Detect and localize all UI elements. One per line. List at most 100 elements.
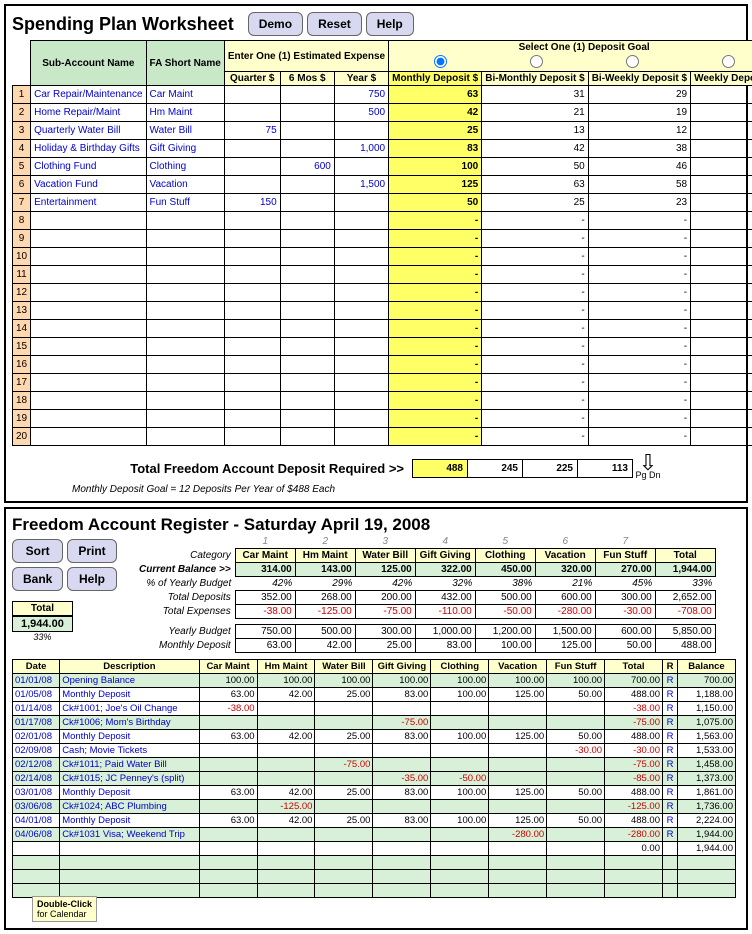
cell-amount[interactable]: [489, 758, 547, 772]
cell-amount[interactable]: [373, 702, 431, 716]
cell-short[interactable]: Water Bill: [146, 122, 224, 140]
cell-short[interactable]: [146, 428, 224, 446]
cell-amount[interactable]: 100.00: [431, 674, 489, 688]
cell-amount[interactable]: 83.00: [373, 730, 431, 744]
cell-short[interactable]: [146, 392, 224, 410]
cell-6mos[interactable]: [280, 194, 334, 212]
reset-button[interactable]: Reset: [307, 12, 362, 36]
cell-desc[interactable]: Monthly Deposit: [60, 786, 199, 800]
cell-amount[interactable]: [373, 800, 431, 814]
cell-quarter[interactable]: [224, 266, 280, 284]
cell-amount[interactable]: [315, 702, 373, 716]
cell-amount[interactable]: -30.00: [547, 744, 605, 758]
cell-amount[interactable]: [547, 772, 605, 786]
cell-6mos[interactable]: [280, 122, 334, 140]
cell-quarter[interactable]: [224, 320, 280, 338]
cell-amount[interactable]: [315, 828, 373, 842]
cell-date[interactable]: 04/01/08: [13, 814, 60, 828]
cell-amount[interactable]: -125.00: [257, 800, 315, 814]
cell-desc[interactable]: Monthly Deposit: [60, 688, 199, 702]
cell-amount[interactable]: [373, 744, 431, 758]
cell-amount[interactable]: [257, 716, 315, 730]
cell-6mos[interactable]: 600: [280, 158, 334, 176]
cell-6mos[interactable]: [280, 266, 334, 284]
cell-year[interactable]: [334, 338, 388, 356]
cell-date[interactable]: 02/09/08: [13, 744, 60, 758]
cell-amount[interactable]: 100.00: [547, 674, 605, 688]
cell-short[interactable]: [146, 212, 224, 230]
cell-6mos[interactable]: [280, 284, 334, 302]
cell-date[interactable]: 03/06/08: [13, 800, 60, 814]
cell-desc[interactable]: Ck#1011; Paid Water Bill: [60, 758, 199, 772]
cell-r[interactable]: R: [663, 772, 678, 786]
cell-amount[interactable]: -75.00: [315, 758, 373, 772]
cell-r[interactable]: R: [663, 744, 678, 758]
cell-short[interactable]: [146, 356, 224, 374]
cell-quarter[interactable]: 150: [224, 194, 280, 212]
cell-amount[interactable]: -38.00: [199, 702, 257, 716]
cell-amount[interactable]: [257, 744, 315, 758]
cell-amount[interactable]: 100.00: [489, 674, 547, 688]
cell-year[interactable]: [334, 410, 388, 428]
cell-year[interactable]: [334, 194, 388, 212]
cell-quarter[interactable]: [224, 104, 280, 122]
cell-short[interactable]: [146, 338, 224, 356]
cell-year[interactable]: [334, 320, 388, 338]
cell-amount[interactable]: [489, 716, 547, 730]
cell-year[interactable]: [334, 392, 388, 410]
cell-amount[interactable]: 100.00: [431, 814, 489, 828]
cell-short[interactable]: Car Maint: [146, 86, 224, 104]
cell-amount[interactable]: 100.00: [431, 688, 489, 702]
cell-amount[interactable]: 50.00: [547, 814, 605, 828]
cell-year[interactable]: [334, 302, 388, 320]
cell-quarter[interactable]: [224, 392, 280, 410]
cell-amount[interactable]: 25.00: [315, 786, 373, 800]
cell-6mos[interactable]: [280, 374, 334, 392]
cell-short[interactable]: [146, 230, 224, 248]
cell-6mos[interactable]: [280, 104, 334, 122]
cell-date[interactable]: 04/06/08: [13, 828, 60, 842]
cell-short[interactable]: Vacation: [146, 176, 224, 194]
cell-amount[interactable]: [489, 702, 547, 716]
cell-amount[interactable]: 63.00: [199, 814, 257, 828]
cell-amount[interactable]: [257, 828, 315, 842]
cell-amount[interactable]: [257, 758, 315, 772]
cell-name[interactable]: [31, 410, 146, 428]
cell-6mos[interactable]: [280, 410, 334, 428]
cell-amount[interactable]: [199, 772, 257, 786]
cell-quarter[interactable]: 75: [224, 122, 280, 140]
radio-bimonthly[interactable]: [530, 55, 543, 68]
cell-quarter[interactable]: [224, 338, 280, 356]
bank-button[interactable]: Bank: [12, 567, 63, 591]
cell-name[interactable]: [31, 428, 146, 446]
cell-amount[interactable]: [373, 828, 431, 842]
cell-amount[interactable]: 42.00: [257, 814, 315, 828]
cell-quarter[interactable]: [224, 158, 280, 176]
cell-amount[interactable]: [489, 772, 547, 786]
cell-6mos[interactable]: [280, 302, 334, 320]
cell-amount[interactable]: [489, 744, 547, 758]
cell-short[interactable]: [146, 320, 224, 338]
cell-year[interactable]: [334, 158, 388, 176]
cell-name[interactable]: [31, 302, 146, 320]
cell-desc[interactable]: Cash; Movie Tickets: [60, 744, 199, 758]
cell-r[interactable]: R: [663, 702, 678, 716]
cell-amount[interactable]: [257, 772, 315, 786]
cell-name[interactable]: [31, 338, 146, 356]
cell-quarter[interactable]: [224, 140, 280, 158]
cell-name[interactable]: Quarterly Water Bill: [31, 122, 146, 140]
cell-amount[interactable]: [315, 800, 373, 814]
cell-amount[interactable]: [199, 800, 257, 814]
cell-quarter[interactable]: [224, 176, 280, 194]
cell-r[interactable]: R: [663, 758, 678, 772]
cell-desc[interactable]: Ck#1015; JC Penney's (split): [60, 772, 199, 786]
cell-amount[interactable]: [199, 744, 257, 758]
cell-year[interactable]: [334, 122, 388, 140]
cell-year[interactable]: [334, 230, 388, 248]
cell-date[interactable]: 01/14/08: [13, 702, 60, 716]
cell-amount[interactable]: [315, 716, 373, 730]
cell-amount[interactable]: 63.00: [199, 730, 257, 744]
cell-quarter[interactable]: [224, 356, 280, 374]
cell-name[interactable]: Holiday & Birthday Gifts: [31, 140, 146, 158]
cell-amount[interactable]: 100.00: [373, 674, 431, 688]
